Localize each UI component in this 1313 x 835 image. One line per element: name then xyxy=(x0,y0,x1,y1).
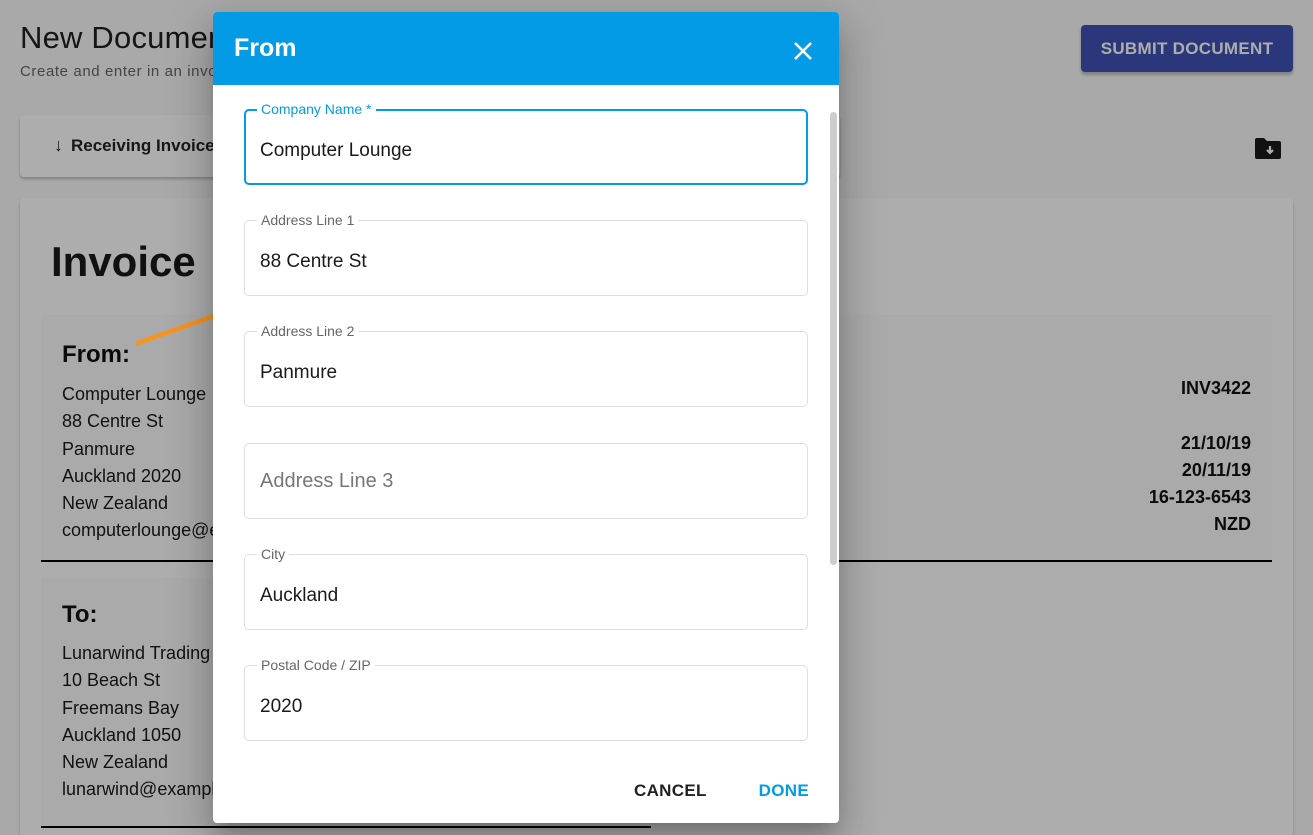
postal-code-input[interactable] xyxy=(260,696,780,718)
address-line-3-field[interactable] xyxy=(244,443,808,519)
address-line-1-label: Address Line 1 xyxy=(257,211,359,229)
close-button[interactable] xyxy=(787,35,819,67)
dialog-actions: CANCEL DONE xyxy=(634,781,809,801)
address-line-1-field[interactable]: Address Line 1 xyxy=(244,211,808,296)
company-name-label: Company Name * xyxy=(257,100,376,118)
cancel-button[interactable]: CANCEL xyxy=(634,781,707,801)
company-name-field[interactable]: Company Name * xyxy=(244,100,808,185)
address-line-1-input[interactable] xyxy=(260,251,780,273)
dialog-title: From xyxy=(234,34,297,62)
city-label: City xyxy=(257,545,290,563)
city-field[interactable]: City xyxy=(244,545,808,630)
close-icon xyxy=(794,42,812,60)
done-button[interactable]: DONE xyxy=(759,781,809,801)
company-name-input[interactable] xyxy=(260,140,780,162)
city-input[interactable] xyxy=(260,585,780,607)
dialog-header: From xyxy=(213,12,839,85)
address-line-2-input[interactable] xyxy=(260,362,780,384)
dialog-body: Company Name * Address Line 1 Address Li… xyxy=(213,85,839,755)
from-dialog: From Company Name * Address Line 1 Addre… xyxy=(213,12,839,823)
address-line-2-field[interactable]: Address Line 2 xyxy=(244,322,808,407)
address-line-3-input[interactable] xyxy=(260,470,780,493)
postal-code-label: Postal Code / ZIP xyxy=(257,656,375,674)
dialog-scrollbar[interactable] xyxy=(830,112,837,565)
address-line-2-label: Address Line 2 xyxy=(257,322,359,340)
postal-code-field[interactable]: Postal Code / ZIP xyxy=(244,656,808,741)
